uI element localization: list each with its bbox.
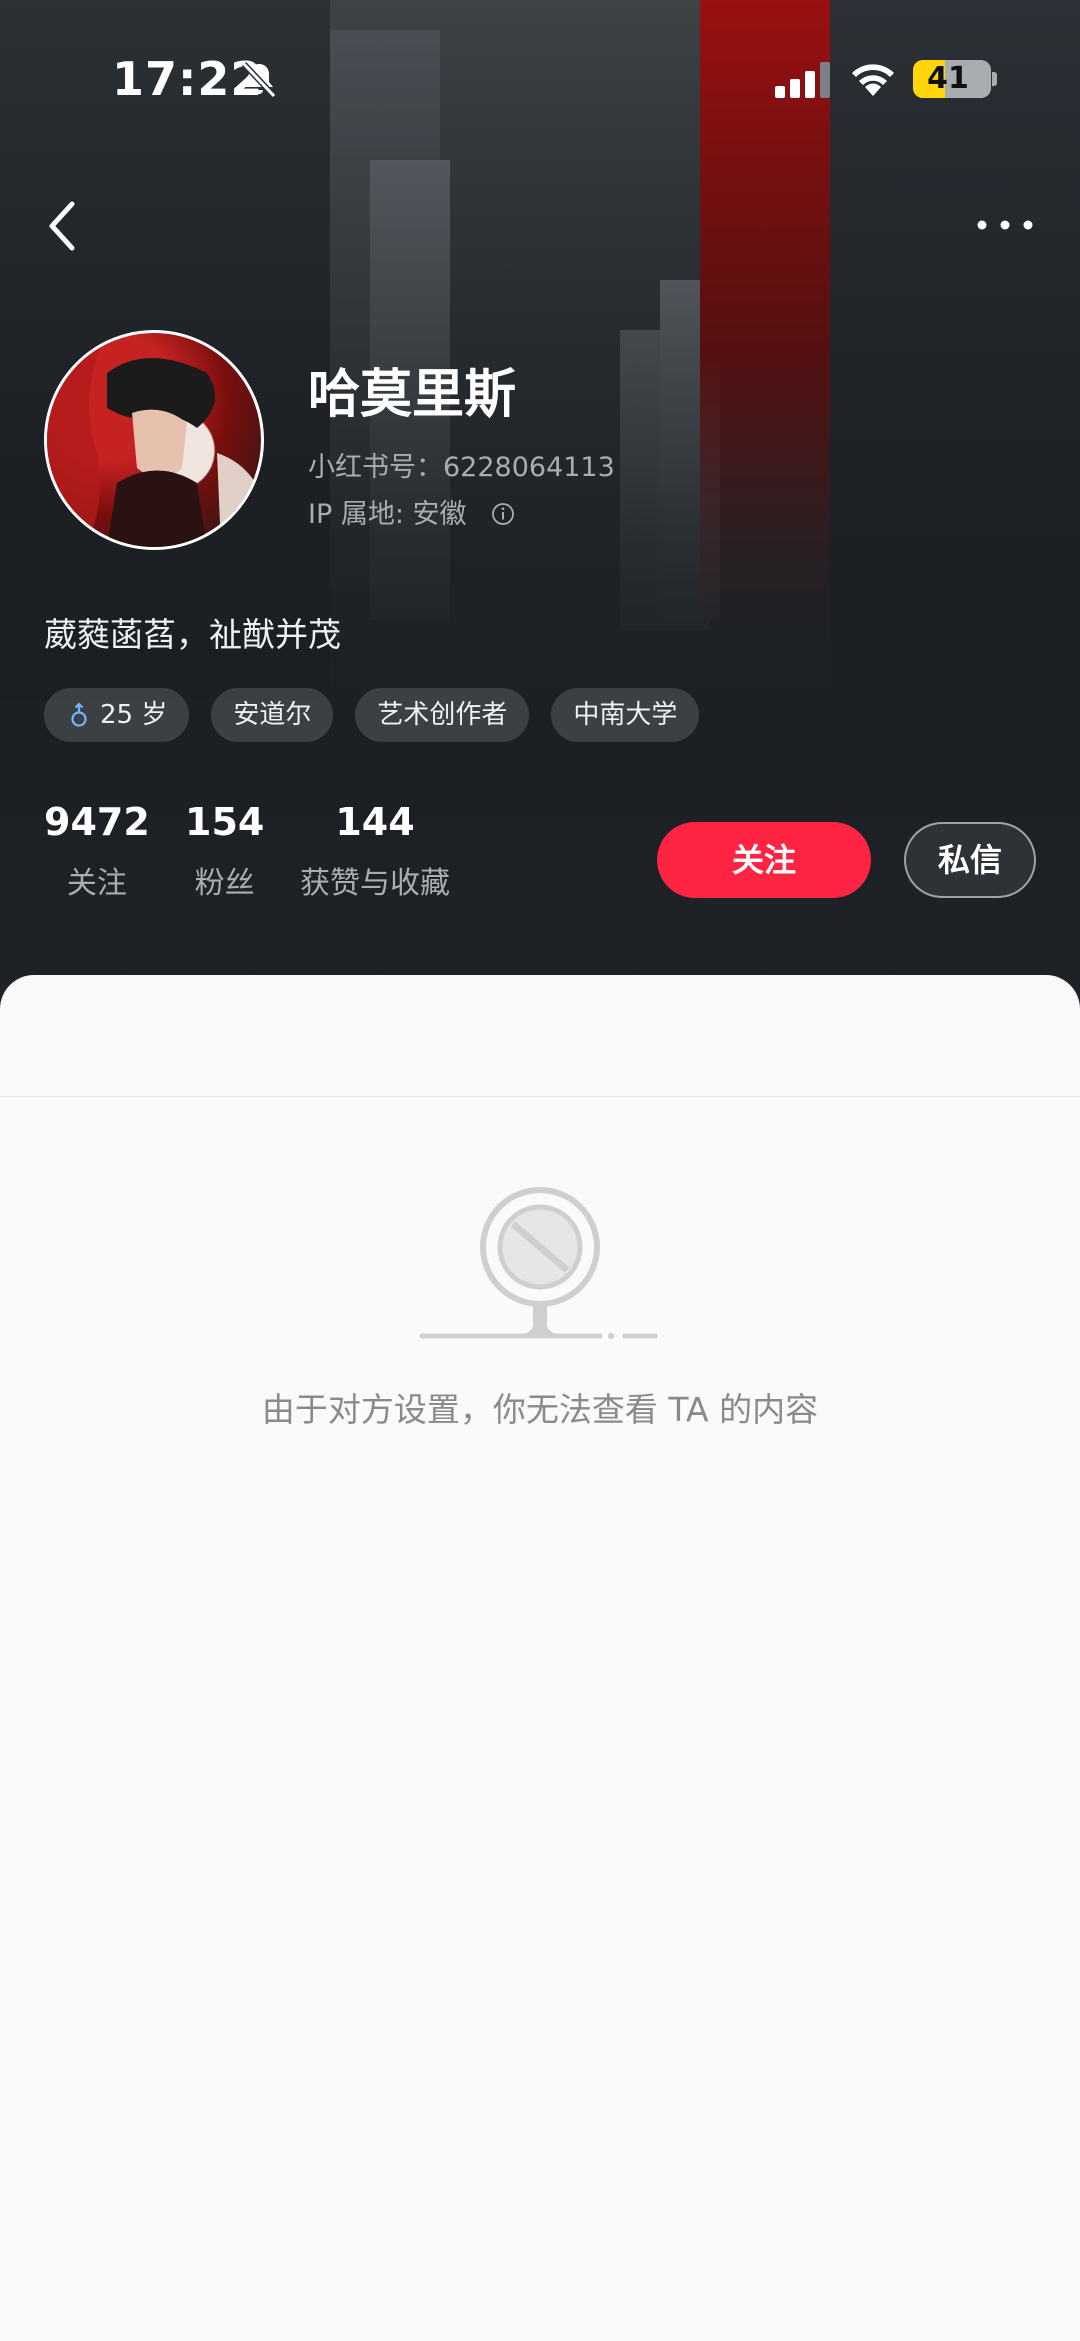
stat-value: 9472 [44, 800, 150, 844]
more-options-button[interactable] [965, 205, 1045, 245]
bio: 葳蕤菡萏，祉猷并茂 [44, 615, 341, 654]
tag-age: 25 岁 [44, 688, 190, 742]
content-panel: 由于对方设置，你无法查看 TA 的内容 [0, 975, 1080, 2341]
avatar-illustration [47, 333, 261, 547]
tag-occupation: 艺术创作者 [355, 688, 530, 742]
avatar[interactable] [44, 330, 264, 550]
tab-bar [0, 975, 1080, 1097]
tag-location: 安道尔 [211, 688, 334, 742]
tag-label: 艺术创作者 [377, 700, 508, 730]
ip-location-text: IP 属地: 安徽 [308, 499, 467, 530]
stat-following[interactable]: 9472 关注 [44, 800, 150, 902]
ip-location: IP 属地: 安徽 [308, 492, 515, 531]
tag-label: 安道尔 [233, 700, 312, 730]
bell-muted-icon [241, 61, 277, 99]
empty-state-message: 由于对方设置，你无法查看 TA 的内容 [261, 1390, 819, 1429]
info-icon[interactable] [491, 502, 515, 526]
cellular-signal-icon [775, 62, 830, 98]
battery-indicator: 41 [913, 60, 991, 98]
message-button[interactable]: 私信 [904, 822, 1036, 898]
follow-button[interactable]: 关注 [657, 822, 871, 898]
stat-likes-collects[interactable]: 144 获赞与收藏 [300, 800, 450, 902]
stat-value: 144 [335, 800, 415, 844]
profile-header: 17:22 41 哈莫里斯 小红书号：6228064113 IP 属地: 安徽 … [0, 0, 1080, 1010]
stat-label: 粉丝 [194, 866, 255, 901]
back-button[interactable] [40, 190, 90, 260]
stat-label: 关注 [66, 866, 127, 901]
tag-label: 中南大学 [573, 700, 678, 730]
stat-label: 获赞与收藏 [300, 866, 450, 901]
male-icon [71, 702, 87, 727]
status-bar: 17:22 41 [0, 0, 1080, 150]
blocked-icon [419, 1187, 658, 1339]
tag-label: 25 岁 [100, 700, 168, 730]
battery-cap [992, 72, 997, 86]
username: 哈莫里斯 [308, 365, 517, 425]
tag-school: 中南大学 [551, 688, 700, 742]
profile-tags: 25 岁 安道尔 艺术创作者 中南大学 [44, 688, 700, 742]
battery-text: 41 [927, 61, 969, 96]
stat-followers[interactable]: 154 粉丝 [185, 800, 264, 902]
stat-value: 154 [185, 800, 265, 844]
red-id[interactable]: 小红书号：6228064113 [308, 445, 615, 484]
wifi-icon [852, 64, 894, 96]
